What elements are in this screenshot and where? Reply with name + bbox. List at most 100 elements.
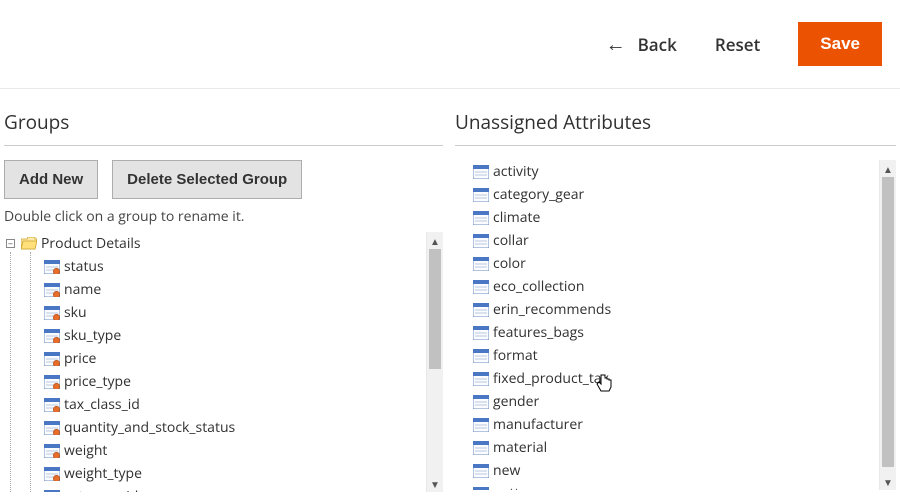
tree-item[interactable]: price_type <box>44 370 443 393</box>
attribute-icon <box>473 303 489 317</box>
attribute-system-icon <box>44 467 60 481</box>
attribute-system-icon <box>44 444 60 458</box>
attribute-system-icon <box>44 375 60 389</box>
tree-item-label: weight_type <box>64 464 142 483</box>
tree-item[interactable]: material <box>473 436 896 459</box>
attribute-icon <box>473 188 489 202</box>
scroll-up-icon[interactable]: ▲ <box>880 160 896 177</box>
tree-item-label: features_bags <box>493 323 584 342</box>
attribute-system-icon <box>44 398 60 412</box>
tree-item-label: climate <box>493 208 540 227</box>
tree-item[interactable]: price <box>44 347 443 370</box>
tree-root-label: Product Details <box>41 234 141 253</box>
folder-open-icon <box>21 237 37 250</box>
tree-item-label: sku_type <box>64 326 121 345</box>
top-action-bar: ← Back Reset Save <box>0 0 900 89</box>
groups-panel: Groups Add New Delete Selected Group Dou… <box>0 101 455 492</box>
tree-item[interactable]: climate <box>473 206 896 229</box>
tree-item[interactable]: weight_type <box>44 462 443 485</box>
tree-item-label: fixed_product_tax <box>493 369 609 388</box>
tree-item[interactable]: fixed_product_tax <box>473 367 896 390</box>
attribute-icon <box>473 326 489 340</box>
tree-item-label: category_ids <box>64 487 145 492</box>
tree-item[interactable]: sku_type <box>44 324 443 347</box>
tree-item-label: eco_collection <box>493 277 584 296</box>
add-new-group-button[interactable]: Add New <box>4 160 98 199</box>
groups-title: Groups <box>4 109 443 146</box>
tree-root-product-details[interactable]: − Product Details <box>6 232 443 255</box>
tree-item[interactable]: manufacturer <box>473 413 896 436</box>
unassigned-tree: activity category_gear climate collar co <box>455 160 896 490</box>
groups-hint: Double click on a group to rename it. <box>4 207 443 226</box>
tree-item-label: gender <box>493 392 539 411</box>
tree-item[interactable]: format <box>473 344 896 367</box>
save-button[interactable]: Save <box>798 22 882 66</box>
tree-item-label: new <box>493 461 520 480</box>
tree-item-label: price_type <box>64 372 131 391</box>
attribute-icon <box>473 372 489 386</box>
attribute-icon <box>473 211 489 225</box>
tree-item[interactable]: erin_recommends <box>473 298 896 321</box>
attribute-icon <box>473 487 489 491</box>
attribute-system-icon <box>44 260 60 274</box>
attribute-system-icon <box>44 421 60 435</box>
tree-item[interactable]: new <box>473 459 896 482</box>
tree-item[interactable]: eco_collection <box>473 275 896 298</box>
attribute-icon <box>473 234 489 248</box>
tree-item-label: activity <box>493 162 539 181</box>
tree-item-label: manufacturer <box>493 415 583 434</box>
back-button[interactable]: ← Back <box>606 33 677 56</box>
tree-item[interactable]: category_ids <box>44 485 443 492</box>
delete-selected-group-button[interactable]: Delete Selected Group <box>112 160 302 199</box>
tree-item-label: price <box>64 349 96 368</box>
attribute-system-icon <box>44 283 60 297</box>
tree-item-label: weight <box>64 441 107 460</box>
scroll-down-icon[interactable]: ▼ <box>427 475 443 492</box>
unassigned-panel: Unassigned Attributes activity category_… <box>455 101 900 492</box>
scroll-down-icon[interactable]: ▼ <box>880 473 896 490</box>
scroll-thumb[interactable] <box>882 177 894 467</box>
tree-item[interactable]: features_bags <box>473 321 896 344</box>
tree-item-label: name <box>64 280 101 299</box>
groups-scrollbar[interactable]: ▲ ▼ <box>426 232 443 492</box>
attribute-icon <box>473 395 489 409</box>
arrow-left-icon: ← <box>606 34 626 54</box>
tree-item[interactable]: pattern <box>473 482 896 490</box>
back-label: Back <box>638 33 677 56</box>
tree-item[interactable]: collar <box>473 229 896 252</box>
tree-item[interactable]: quantity_and_stock_status <box>44 416 443 439</box>
attribute-system-icon <box>44 306 60 320</box>
attribute-icon <box>473 165 489 179</box>
tree-item-label: pattern <box>493 484 542 490</box>
tree-item-label: quantity_and_stock_status <box>64 418 235 437</box>
attribute-icon <box>473 464 489 478</box>
tree-item-label: tax_class_id <box>64 395 140 414</box>
scroll-up-icon[interactable]: ▲ <box>427 232 443 249</box>
tree-item[interactable]: color <box>473 252 896 275</box>
tree-item-label: color <box>493 254 526 273</box>
attribute-system-icon <box>44 490 60 493</box>
attribute-icon <box>473 441 489 455</box>
tree-item[interactable]: gender <box>473 390 896 413</box>
tree-item-label: category_gear <box>493 185 584 204</box>
tree-item[interactable]: sku <box>44 301 443 324</box>
attribute-icon <box>473 418 489 432</box>
scroll-thumb[interactable] <box>429 249 441 369</box>
tree-item[interactable]: name <box>44 278 443 301</box>
tree-item[interactable]: category_gear <box>473 183 896 206</box>
tree-item[interactable]: status <box>44 255 443 278</box>
attribute-icon <box>473 280 489 294</box>
attribute-system-icon <box>44 329 60 343</box>
groups-tree: − Product Details status <box>4 232 443 492</box>
attribute-system-icon <box>44 352 60 366</box>
tree-item-label: sku <box>64 303 87 322</box>
unassigned-title: Unassigned Attributes <box>455 109 896 146</box>
tree-item-label: collar <box>493 231 529 250</box>
tree-item[interactable]: tax_class_id <box>44 393 443 416</box>
tree-item-label: format <box>493 346 538 365</box>
collapse-icon[interactable]: − <box>6 239 15 248</box>
tree-item[interactable]: activity <box>473 160 896 183</box>
tree-item[interactable]: weight <box>44 439 443 462</box>
reset-button[interactable]: Reset <box>715 33 760 56</box>
unassigned-scrollbar[interactable]: ▲ ▼ <box>879 160 896 490</box>
